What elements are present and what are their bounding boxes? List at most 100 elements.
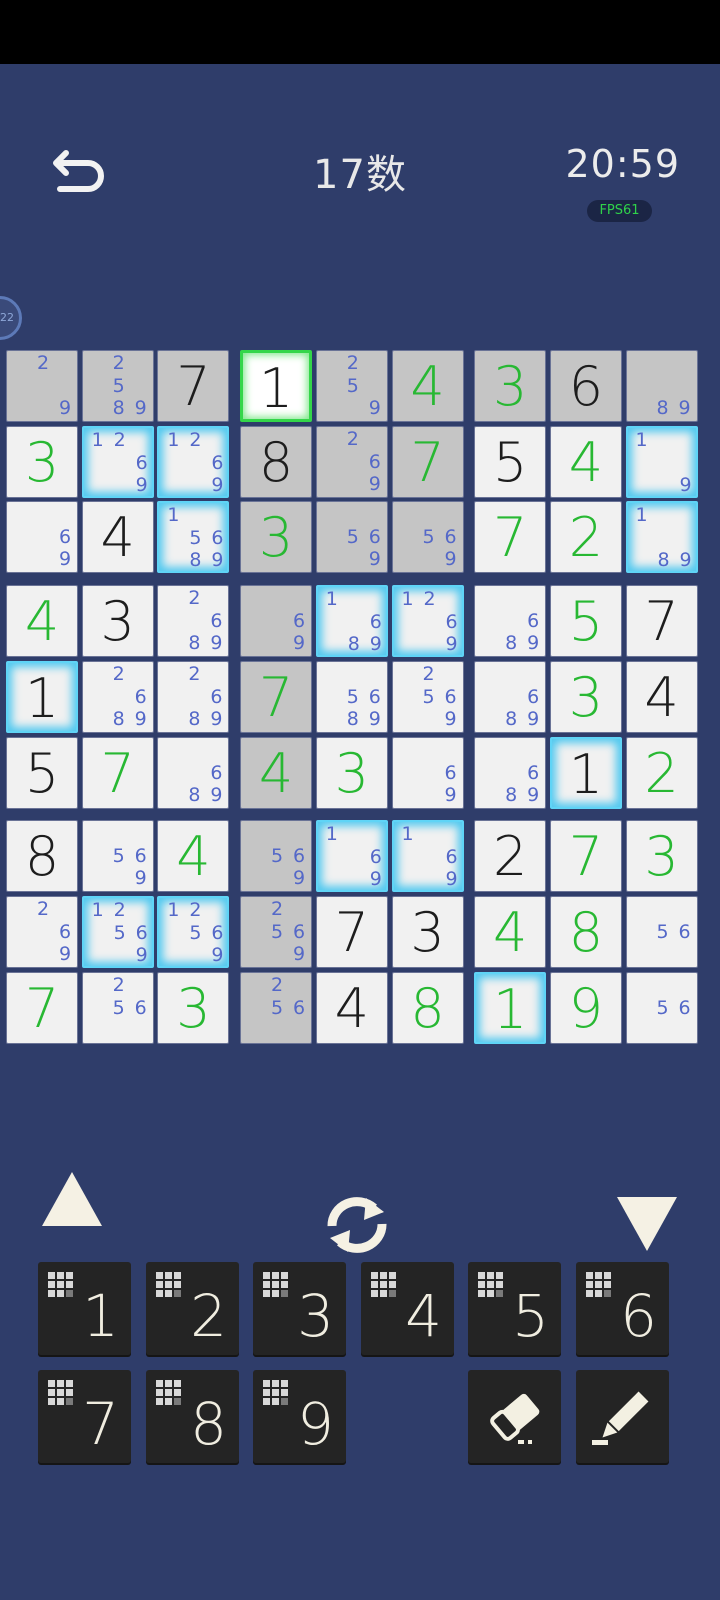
cell-r2c4[interactable]: 8 [240,425,313,498]
cell-r7c2[interactable]: 569 [81,820,154,893]
cell-r3c7[interactable]: 7 [474,501,547,574]
cell-r5c7[interactable]: 689 [474,660,547,733]
cell-r2c9[interactable]: 19 [625,425,698,498]
grid-mini-icon [478,1272,503,1297]
digit-key-5[interactable]: 5 [468,1262,561,1355]
cell-r8c5[interactable]: 7 [315,895,388,968]
candidate-note: 8 [347,633,360,656]
digit-key-3[interactable]: 3 [253,1262,346,1355]
cell-r3c3[interactable]: 15689 [157,501,230,574]
cell-r3c6[interactable]: 569 [391,501,464,574]
cell-r8c9[interactable]: 56 [625,895,698,968]
pencil-button[interactable] [576,1370,669,1463]
cell-r2c5[interactable]: 269 [315,425,388,498]
cell-r5c4[interactable]: 7 [240,660,313,733]
triangle-up-icon[interactable] [40,1170,104,1228]
cell-r1c5[interactable]: 259 [315,350,388,422]
cell-r4c2[interactable]: 3 [81,585,154,658]
cell-r5c8[interactable]: 3 [549,660,622,733]
cell-r7c9[interactable]: 3 [625,820,698,893]
cell-r8c1[interactable]: 269 [6,895,78,968]
cell-r8c6[interactable]: 3 [391,895,464,968]
cell-r4c7[interactable]: 689 [474,585,547,658]
cell-r9c4[interactable]: 256 [240,971,313,1044]
cell-r2c8[interactable]: 4 [549,425,622,498]
cell-r1c6[interactable]: 4 [391,350,464,422]
digit-key-9[interactable]: 9 [253,1370,346,1463]
triangle-down-icon[interactable] [615,1195,679,1253]
cell-r7c5[interactable]: 1 69 [315,820,388,893]
cell-r1c8[interactable]: 6 [549,350,622,422]
candidate-note: 9 [527,783,540,806]
cell-r6c4[interactable]: 4 [240,736,313,809]
grid-mini-icon [371,1272,396,1297]
cell-r6c9[interactable]: 2 [625,736,698,809]
cell-r2c3[interactable]: 1269 [157,425,230,498]
cell-r2c7[interactable]: 5 [474,425,547,498]
cell-r7c8[interactable]: 7 [549,820,622,893]
cell-r6c1[interactable]: 5 [6,736,78,809]
cell-r8c4[interactable]: 2569 [240,895,313,968]
cell-r7c6[interactable]: 1 69 [391,820,464,893]
cell-r8c3[interactable]: 12569 [157,895,230,968]
cell-r6c8[interactable]: 1 [549,736,622,809]
cell-r9c2[interactable]: 256 [81,971,154,1044]
cell-r1c9[interactable]: 89 [625,350,698,422]
digit-key-7[interactable]: 7 [38,1370,131,1463]
cell-r5c6[interactable]: 2569 [391,660,464,733]
cell-r9c5[interactable]: 4 [315,971,388,1044]
cell-r4c8[interactable]: 5 [549,585,622,658]
eraser-button[interactable] [468,1370,561,1463]
cell-r2c1[interactable]: 3 [6,425,78,498]
digit-key-6[interactable]: 6 [576,1262,669,1355]
cell-r5c1[interactable]: 1 [6,660,78,733]
cell-r1c1[interactable]: 29 [6,350,78,422]
cell-r7c3[interactable]: 4 [157,820,230,893]
cell-r8c8[interactable]: 8 [549,895,622,968]
cell-r4c6[interactable]: 1269 [391,585,464,658]
cell-r1c2[interactable]: 2589 [81,350,154,422]
cell-r7c7[interactable]: 2 [474,820,547,893]
cell-r3c1[interactable]: 69 [6,501,78,574]
cell-r3c4[interactable]: 3 [240,501,313,574]
cell-r1c4[interactable]: 1 [240,350,313,422]
cell-value: 8 [410,976,445,1040]
cell-r4c5[interactable]: 1689 [315,585,388,658]
cell-r3c8[interactable]: 2 [549,501,622,574]
digit-key-4[interactable]: 4 [361,1262,454,1355]
cell-r6c6[interactable]: 69 [391,736,464,809]
cell-r6c2[interactable]: 7 [81,736,154,809]
digit-key-1[interactable]: 1 [38,1262,131,1355]
cell-r6c5[interactable]: 3 [315,736,388,809]
cell-r6c7[interactable]: 689 [474,736,547,809]
digit-key-8[interactable]: 8 [146,1370,239,1463]
cell-r8c7[interactable]: 4 [474,895,547,968]
cell-r4c4[interactable]: 69 [240,585,313,658]
cell-r8c2[interactable]: 12569 [81,895,154,968]
cell-r7c1[interactable]: 8 [6,820,78,893]
cell-r9c9[interactable]: 56 [625,971,698,1044]
cell-r9c1[interactable]: 7 [6,971,78,1044]
cell-r4c1[interactable]: 4 [6,585,78,658]
refresh-icon[interactable] [322,1196,392,1254]
cell-r1c7[interactable]: 3 [474,350,547,422]
cell-r3c2[interactable]: 4 [81,501,154,574]
cell-r5c5[interactable]: 5689 [315,660,388,733]
cell-r7c4[interactable]: 569 [240,820,313,893]
cell-r6c3[interactable]: 689 [157,736,230,809]
cell-r9c3[interactable]: 3 [157,971,230,1044]
cell-r2c2[interactable]: 1269 [81,425,154,498]
cell-r3c5[interactable]: 569 [315,501,388,574]
digit-key-2[interactable]: 2 [146,1262,239,1355]
cell-r5c9[interactable]: 4 [625,660,698,733]
cell-r1c3[interactable]: 7 [157,350,230,422]
cell-r2c6[interactable]: 7 [391,425,464,498]
cell-r5c3[interactable]: 2689 [157,660,230,733]
cell-r9c8[interactable]: 9 [549,971,622,1044]
cell-r5c2[interactable]: 2689 [81,660,154,733]
cell-r4c3[interactable]: 2689 [157,585,230,658]
cell-r9c7[interactable]: 1 [474,971,547,1044]
cell-r9c6[interactable]: 8 [391,971,464,1044]
cell-r4c9[interactable]: 7 [625,585,698,658]
cell-r3c9[interactable]: 189 [625,501,698,574]
